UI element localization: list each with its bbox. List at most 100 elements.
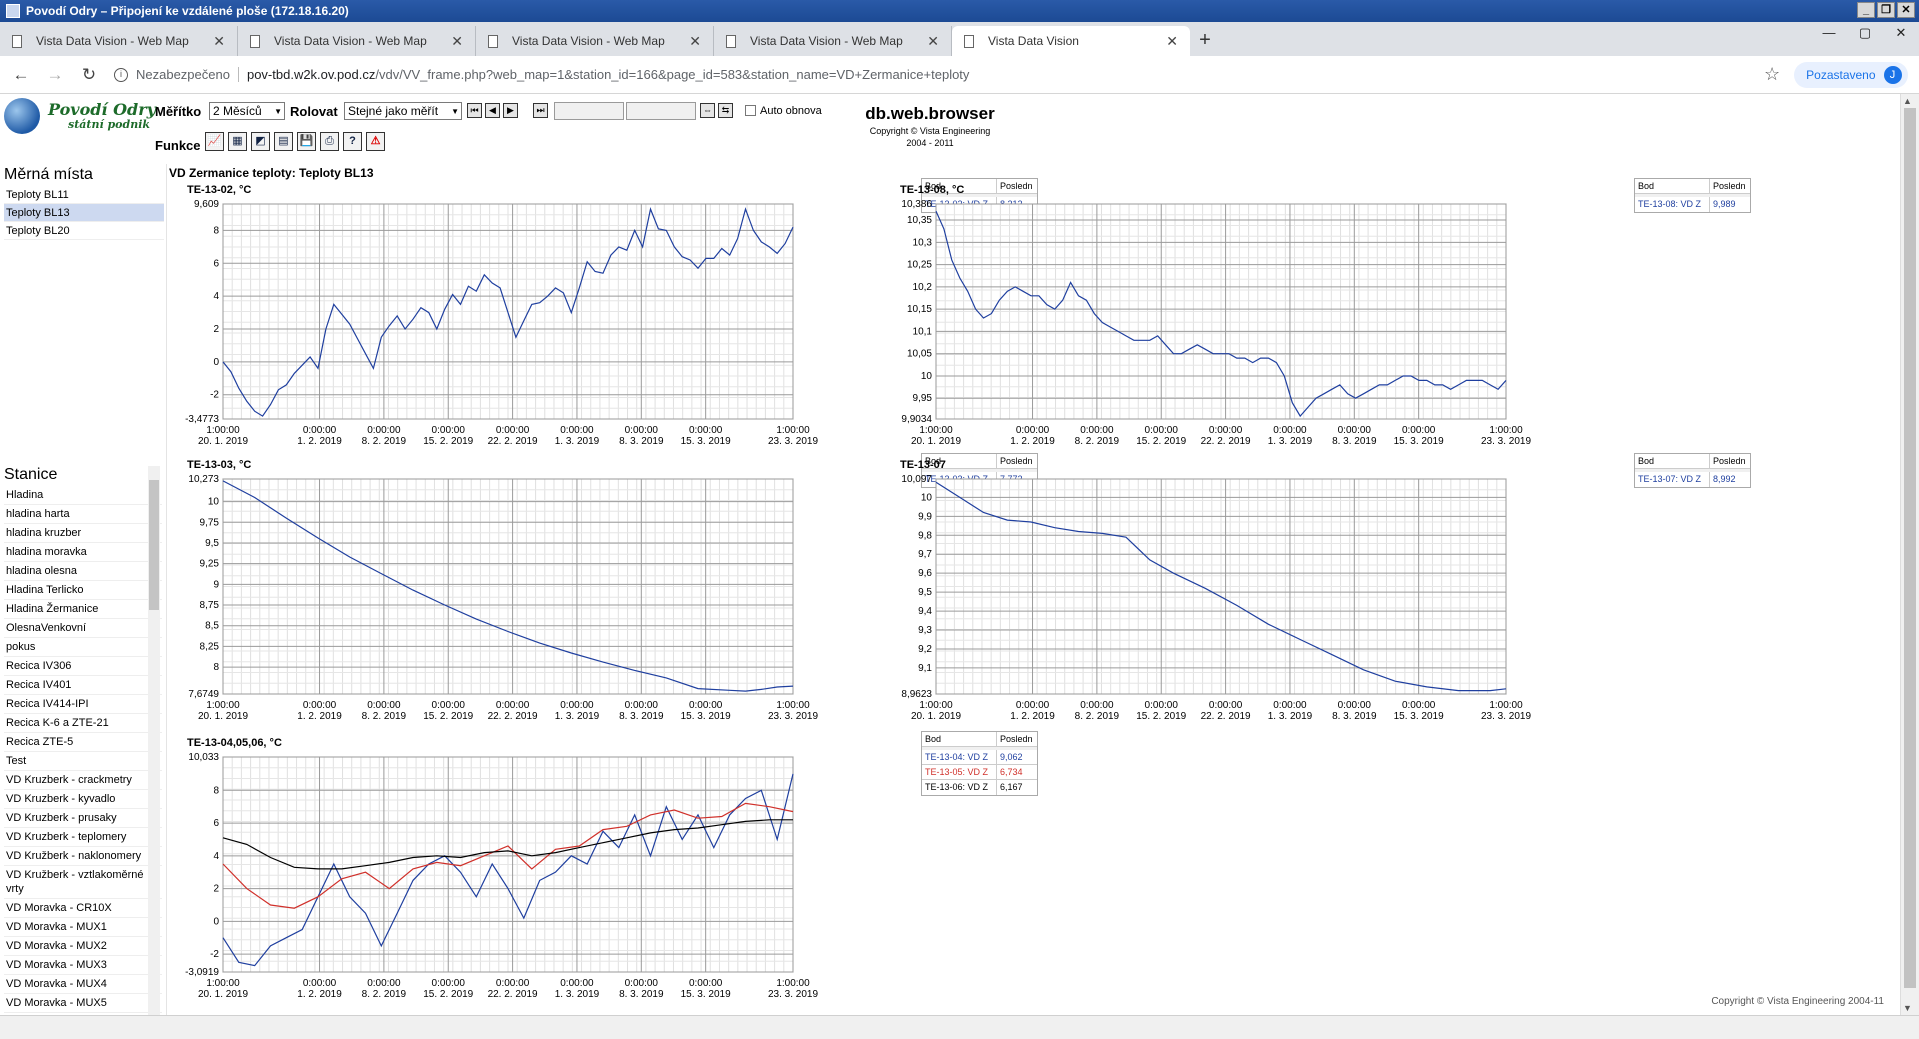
date-to-input[interactable] — [626, 102, 696, 120]
chart-svg[interactable]: 10,273109,759,59,2598,758,58,2587,67491:… — [167, 459, 867, 734]
scroll-up-icon[interactable]: ▲ — [1903, 96, 1912, 106]
print-icon[interactable]: ⎙ — [320, 132, 339, 151]
station-item[interactable]: Recica IV306 — [4, 657, 162, 676]
scroll-select[interactable]: Stejné jako měřít — [344, 102, 462, 120]
measure-point-item[interactable]: Teploty BL11 — [4, 186, 164, 204]
station-item[interactable]: hladina moravka — [4, 543, 162, 562]
y-tick-label: -3,0919 — [185, 967, 219, 978]
scroll-down-icon[interactable]: ▼ — [1903, 1003, 1912, 1013]
measure-points-title: Měrná místa — [4, 166, 93, 183]
forward-button[interactable]: → — [42, 62, 68, 88]
legend-row[interactable]: TE-13-04: VD Z 9,062 — [922, 750, 1037, 765]
station-item[interactable]: hladina kruzber — [4, 524, 162, 543]
station-item[interactable]: VD Moravka - MUX3 — [4, 956, 162, 975]
browser-tab-active[interactable]: Vista Data Vision ✕ — [952, 26, 1190, 56]
scrollbar-thumb[interactable] — [149, 480, 159, 610]
restore-icon[interactable]: ❐ — [1877, 2, 1895, 18]
scale-select[interactable]: 2 Měsíců — [209, 102, 285, 120]
station-item[interactable]: VD Kruzberk - crackmetry — [4, 771, 162, 790]
legend-row[interactable]: TE-13-08: VD Z 9,989 — [1635, 197, 1750, 212]
map-view-icon[interactable]: ◩ — [251, 132, 270, 151]
tab-close-icon[interactable]: ✕ — [451, 33, 463, 50]
station-item[interactable]: hladina olesna — [4, 562, 162, 581]
station-item[interactable]: Recica K-6 a ZTE-21 — [4, 714, 162, 733]
station-item[interactable]: Hladina — [4, 486, 162, 505]
alarm-icon[interactable]: ⚠ — [366, 132, 385, 151]
info-icon[interactable]: i — [114, 67, 128, 82]
page-scrollbar[interactable]: ▲ ▼ — [1900, 94, 1919, 1015]
tab-close-icon[interactable]: ✕ — [689, 33, 701, 50]
bookmark-star-icon[interactable]: ☆ — [1764, 64, 1780, 85]
station-item[interactable]: VD Kruzberk - teplomery — [4, 828, 162, 847]
chart-svg[interactable]: 10,386 10,35 10,3 10,25 10,2 10,15 10,1 10,05 10… — [870, 184, 1570, 459]
tab-strip: Vista Data Vision - Web Map ✕ Vista Data… — [0, 22, 1919, 56]
date-from-input[interactable] — [554, 102, 624, 120]
legend-last-value: 8,992 — [1713, 474, 1736, 484]
station-item[interactable]: pokus — [4, 638, 162, 657]
station-item[interactable]: Recica IV414-IPI — [4, 695, 162, 714]
scroll-back-button[interactable]: ◀ — [485, 103, 500, 118]
station-item[interactable]: VD Kružberk - vztlakoměrné vrty — [4, 866, 162, 899]
profile-paused-button[interactable]: Pozastaveno J — [1794, 61, 1908, 88]
browser-tab-4[interactable]: Vista Data Vision - Web Map ✕ — [714, 26, 952, 56]
save-icon[interactable]: 💾 — [297, 132, 316, 151]
station-item[interactable]: Hladina Terlicko — [4, 581, 162, 600]
zoom-out-button[interactable]: ⇆ — [718, 103, 733, 118]
browser-tab-1[interactable]: Vista Data Vision - Web Map ✕ — [0, 26, 238, 56]
measure-point-item[interactable]: Teploty BL20 — [4, 222, 164, 240]
x-tick-date: 1. 3. 2019 — [1268, 711, 1313, 722]
station-item[interactable]: Recica ZTE-5 — [4, 733, 162, 752]
url-host: pov-tbd.w2k.ov.pod.cz — [246, 67, 376, 82]
station-item[interactable]: Recica IV401 — [4, 676, 162, 695]
maximize-icon[interactable]: ▢ — [1847, 22, 1883, 44]
tab-close-icon[interactable]: ✕ — [927, 33, 939, 50]
reload-button[interactable]: ↻ — [76, 62, 102, 88]
scroll-forward-button[interactable]: ▶ — [503, 103, 518, 118]
close-icon[interactable]: ✕ — [1883, 22, 1919, 44]
station-item[interactable]: Test — [4, 752, 162, 771]
station-item[interactable]: VD Kruzberk - kyvadlo — [4, 790, 162, 809]
stations-scrollbar[interactable] — [148, 466, 160, 1015]
x-tick-date: 20. 1. 2019 — [911, 711, 961, 722]
scrollbar-thumb[interactable] — [1904, 108, 1916, 988]
station-item[interactable]: VD Moravka - MUX5 — [4, 994, 162, 1013]
measure-point-item[interactable]: Teploty BL13 — [4, 204, 164, 222]
chart-svg[interactable]: 10,03386420-2-3,09191:00:0020. 1. 20190:… — [167, 737, 867, 1012]
chart-svg[interactable]: 9,60986420-2-3,47731:00:0020. 1. 20190:0… — [167, 184, 867, 459]
station-item[interactable]: hladina harta — [4, 505, 162, 524]
y-tick-label: 8,5 — [205, 621, 219, 632]
legend-row[interactable]: TE-13-07: VD Z 8,992 — [1635, 472, 1750, 487]
back-button[interactable]: ← — [8, 62, 34, 88]
minimize-icon[interactable]: — — [1811, 22, 1847, 44]
scroll-last-button[interactable]: ⏭ — [533, 103, 548, 118]
close-icon[interactable]: ✕ — [1897, 2, 1915, 18]
station-item[interactable]: VD Moravka - MUX4 — [4, 975, 162, 994]
table-view-icon[interactable]: ▦ — [228, 132, 247, 151]
browser-tab-3[interactable]: Vista Data Vision - Web Map ✕ — [476, 26, 714, 56]
legend-row[interactable]: TE-13-05: VD Z 6,734 — [922, 765, 1037, 780]
browser-tab-2[interactable]: Vista Data Vision - Web Map ✕ — [238, 26, 476, 56]
scroll-first-button[interactable]: ⏮ — [467, 103, 482, 118]
minimize-icon[interactable]: _ — [1857, 2, 1875, 18]
new-tab-button[interactable]: + — [1190, 26, 1220, 56]
zoom-in-button[interactable]: ⇔ — [700, 103, 715, 118]
legend-row[interactable]: TE-13-06: VD Z 6,167 — [922, 780, 1037, 795]
chart-svg[interactable]: 10,097 10 9,9 9,8 9,7 9,6 9,5 9,4 9,3 9,2 9,1 8,962… — [870, 459, 1570, 734]
auto-refresh-checkbox[interactable] — [745, 105, 756, 116]
station-item[interactable]: VD Moravka - MUX2 — [4, 937, 162, 956]
tab-close-icon[interactable]: ✕ — [213, 33, 225, 50]
report-icon[interactable]: ▤ — [274, 132, 293, 151]
station-item[interactable]: OlesnaVenkovní — [4, 619, 162, 638]
footer-copyright: Copyright © Vista Engineering 2004-11 — [1711, 996, 1884, 1007]
scale-label: Měřítko — [155, 104, 202, 119]
station-item[interactable]: VD Moravka - CR10X — [4, 899, 162, 918]
tab-close-icon[interactable]: ✕ — [1166, 33, 1178, 50]
y-tick-label: 9,9 — [918, 511, 932, 522]
address-bar[interactable]: i Nezabezpečeno pov-tbd.w2k.ov.pod.cz/vd… — [114, 61, 1754, 89]
station-item[interactable]: VD Moravka - MUX1 — [4, 918, 162, 937]
chart-view-icon[interactable]: 📈 — [205, 132, 224, 151]
station-item[interactable]: VD Kruzberk - prusaky — [4, 809, 162, 828]
help-icon[interactable]: ? — [343, 132, 362, 151]
station-item[interactable]: Hladina Žermanice — [4, 600, 162, 619]
station-item[interactable]: VD Kružberk - naklonomery — [4, 847, 162, 866]
